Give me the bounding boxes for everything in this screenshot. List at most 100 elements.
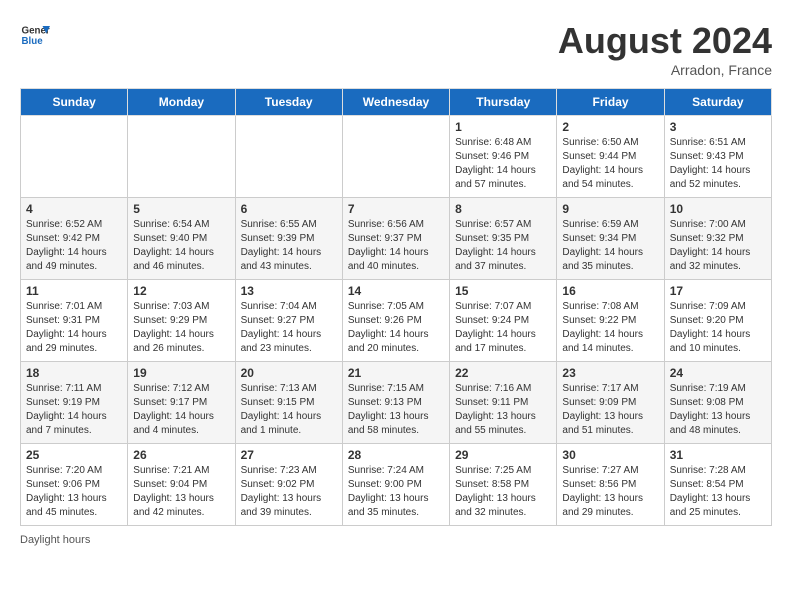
day-number: 28	[348, 448, 444, 462]
day-info: Sunrise: 7:17 AM Sunset: 9:09 PM Dayligh…	[562, 382, 658, 438]
day-number: 25	[26, 448, 122, 462]
day-info: Sunrise: 6:50 AM Sunset: 9:44 PM Dayligh…	[562, 136, 658, 192]
day-number: 17	[670, 284, 766, 298]
day-number: 19	[133, 366, 229, 380]
day-number: 3	[670, 120, 766, 134]
day-info: Sunrise: 6:57 AM Sunset: 9:35 PM Dayligh…	[455, 218, 551, 274]
calendar-cell	[21, 116, 128, 198]
day-number: 22	[455, 366, 551, 380]
title-block: August 2024 Arradon, France	[558, 20, 772, 78]
day-number: 26	[133, 448, 229, 462]
calendar-cell: 4Sunrise: 6:52 AM Sunset: 9:42 PM Daylig…	[21, 198, 128, 280]
calendar-cell: 5 Sunrise: 6:54 AM Sunset: 9:40 PM Daylig…	[128, 198, 235, 280]
calendar-cell	[128, 116, 235, 198]
day-info: Sunrise: 7:23 AM Sunset: 9:02 PM Dayligh…	[241, 464, 337, 520]
day-info: Sunrise: 7:27 AM Sunset: 8:56 PM Dayligh…	[562, 464, 658, 520]
weekday-header: Tuesday	[235, 89, 342, 116]
day-info: Sunrise: 7:28 AM Sunset: 8:54 PM Dayligh…	[670, 464, 766, 520]
calendar-cell: 3 Sunrise: 6:51 AM Sunset: 9:43 PM Daylig…	[664, 116, 771, 198]
calendar-cell: 6Sunrise: 6:55 AM Sunset: 9:39 PM Daylig…	[235, 198, 342, 280]
day-info: Sunrise: 7:13 AM Sunset: 9:15 PM Dayligh…	[241, 382, 337, 438]
weekday-header-row: SundayMondayTuesdayWednesdayThursdayFrid…	[21, 89, 772, 116]
calendar-cell: 22 Sunrise: 7:16 AM Sunset: 9:11 PM Dayli…	[450, 362, 557, 444]
calendar-week-row: 18Sunrise: 7:11 AM Sunset: 9:19 PM Dayli…	[21, 362, 772, 444]
day-info: Sunrise: 6:54 AM Sunset: 9:40 PM Dayligh…	[133, 218, 229, 274]
day-number: 2	[562, 120, 658, 134]
month-title: August 2024	[558, 20, 772, 62]
location: Arradon, France	[558, 62, 772, 78]
weekday-header: Saturday	[664, 89, 771, 116]
calendar-cell: 16Sunrise: 7:08 AM Sunset: 9:22 PM Dayli…	[557, 280, 664, 362]
day-number: 29	[455, 448, 551, 462]
day-number: 9	[562, 202, 658, 216]
calendar-cell: 18Sunrise: 7:11 AM Sunset: 9:19 PM Dayli…	[21, 362, 128, 444]
day-number: 30	[562, 448, 658, 462]
logo: General Blue	[20, 20, 50, 50]
day-info: Sunrise: 7:04 AM Sunset: 9:27 PM Dayligh…	[241, 300, 337, 356]
day-info: Sunrise: 7:21 AM Sunset: 9:04 PM Dayligh…	[133, 464, 229, 520]
calendar-cell: 13 Sunrise: 7:04 AM Sunset: 9:27 PM Dayli…	[235, 280, 342, 362]
calendar-cell: 23 Sunrise: 7:17 AM Sunset: 9:09 PM Dayli…	[557, 362, 664, 444]
calendar-week-row: 25 Sunrise: 7:20 AM Sunset: 9:06 PM Dayli…	[21, 444, 772, 526]
day-info: Sunrise: 7:11 AM Sunset: 9:19 PM Dayligh…	[26, 382, 122, 438]
day-info: Sunrise: 7:07 AM Sunset: 9:24 PM Dayligh…	[455, 300, 551, 356]
day-info: Sunrise: 7:25 AM Sunset: 8:58 PM Dayligh…	[455, 464, 551, 520]
day-info: Sunrise: 7:20 AM Sunset: 9:06 PM Dayligh…	[26, 464, 122, 520]
calendar-cell: 30 Sunrise: 7:27 AM Sunset: 8:56 PM Dayli…	[557, 444, 664, 526]
day-number: 1	[455, 120, 551, 134]
day-info: Sunrise: 7:24 AM Sunset: 9:00 PM Dayligh…	[348, 464, 444, 520]
day-number: 27	[241, 448, 337, 462]
day-number: 7	[348, 202, 444, 216]
day-info: Sunrise: 6:51 AM Sunset: 9:43 PM Dayligh…	[670, 136, 766, 192]
calendar-cell: 24Sunrise: 7:19 AM Sunset: 9:08 PM Dayli…	[664, 362, 771, 444]
logo-icon: General Blue	[20, 20, 50, 50]
svg-text:Blue: Blue	[22, 36, 44, 47]
calendar-cell: 26 Sunrise: 7:21 AM Sunset: 9:04 PM Dayli…	[128, 444, 235, 526]
page-header: General Blue August 2024 Arradon, France	[20, 20, 772, 78]
calendar-cell: 11 Sunrise: 7:01 AM Sunset: 9:31 PM Dayli…	[21, 280, 128, 362]
day-info: Sunrise: 7:05 AM Sunset: 9:26 PM Dayligh…	[348, 300, 444, 356]
calendar-cell: 28 Sunrise: 7:24 AM Sunset: 9:00 PM Dayli…	[342, 444, 449, 526]
weekday-header: Wednesday	[342, 89, 449, 116]
day-number: 11	[26, 284, 122, 298]
weekday-header: Sunday	[21, 89, 128, 116]
calendar-cell: 2 Sunrise: 6:50 AM Sunset: 9:44 PM Daylig…	[557, 116, 664, 198]
calendar-cell: 8 Sunrise: 6:57 AM Sunset: 9:35 PM Daylig…	[450, 198, 557, 280]
day-number: 8	[455, 202, 551, 216]
calendar-cell: 19Sunrise: 7:12 AM Sunset: 9:17 PM Dayli…	[128, 362, 235, 444]
calendar-cell: 17Sunrise: 7:09 AM Sunset: 9:20 PM Dayli…	[664, 280, 771, 362]
calendar-cell: 15Sunrise: 7:07 AM Sunset: 9:24 PM Dayli…	[450, 280, 557, 362]
calendar-cell: 27 Sunrise: 7:23 AM Sunset: 9:02 PM Dayli…	[235, 444, 342, 526]
day-number: 13	[241, 284, 337, 298]
calendar-cell: 20 Sunrise: 7:13 AM Sunset: 9:15 PM Dayli…	[235, 362, 342, 444]
calendar-cell: 12Sunrise: 7:03 AM Sunset: 9:29 PM Dayli…	[128, 280, 235, 362]
day-info: Sunrise: 7:08 AM Sunset: 9:22 PM Dayligh…	[562, 300, 658, 356]
calendar-cell: 31 Sunrise: 7:28 AM Sunset: 8:54 PM Dayli…	[664, 444, 771, 526]
day-number: 24	[670, 366, 766, 380]
daylight-label: Daylight hours	[20, 534, 90, 546]
day-info: Sunrise: 6:52 AM Sunset: 9:42 PM Dayligh…	[26, 218, 122, 274]
day-number: 12	[133, 284, 229, 298]
weekday-header: Friday	[557, 89, 664, 116]
day-info: Sunrise: 6:48 AM Sunset: 9:46 PM Dayligh…	[455, 136, 551, 192]
day-number: 5	[133, 202, 229, 216]
day-number: 21	[348, 366, 444, 380]
day-info: Sunrise: 6:59 AM Sunset: 9:34 PM Dayligh…	[562, 218, 658, 274]
calendar-cell: 10Sunrise: 7:00 AM Sunset: 9:32 PM Dayli…	[664, 198, 771, 280]
calendar-cell	[235, 116, 342, 198]
day-number: 10	[670, 202, 766, 216]
calendar-week-row: 1 Sunrise: 6:48 AM Sunset: 9:46 PM Daylig…	[21, 116, 772, 198]
day-number: 23	[562, 366, 658, 380]
calendar-cell	[342, 116, 449, 198]
day-number: 31	[670, 448, 766, 462]
calendar-table: SundayMondayTuesdayWednesdayThursdayFrid…	[20, 88, 772, 526]
day-info: Sunrise: 7:16 AM Sunset: 9:11 PM Dayligh…	[455, 382, 551, 438]
calendar-cell: 21Sunrise: 7:15 AM Sunset: 9:13 PM Dayli…	[342, 362, 449, 444]
day-info: Sunrise: 7:01 AM Sunset: 9:31 PM Dayligh…	[26, 300, 122, 356]
calendar-cell: 14Sunrise: 7:05 AM Sunset: 9:26 PM Dayli…	[342, 280, 449, 362]
footer: Daylight hours	[20, 534, 772, 546]
day-number: 6	[241, 202, 337, 216]
day-info: Sunrise: 6:56 AM Sunset: 9:37 PM Dayligh…	[348, 218, 444, 274]
weekday-header: Monday	[128, 89, 235, 116]
day-number: 20	[241, 366, 337, 380]
